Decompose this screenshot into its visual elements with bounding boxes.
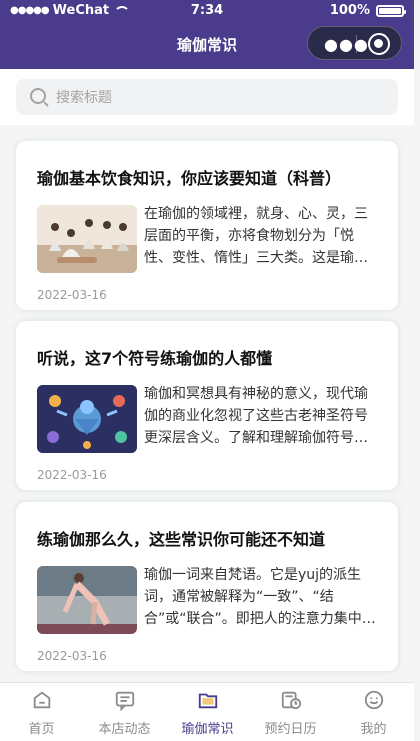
- battery-percent: 100%: [329, 3, 370, 18]
- battery-icon: [376, 4, 406, 17]
- article-date: 2022-03-16: [37, 288, 107, 302]
- article-card[interactable]: 瑜伽基本饮食知识，你应该要知道（科普） 在瑜伽的领域裡，就身、心、灵，三层面的平…: [16, 141, 398, 310]
- capsule-divider: [356, 35, 357, 53]
- message-icon: [115, 691, 135, 711]
- tab-label: 首页: [28, 722, 55, 737]
- app-screen: ●●●●● WeChat 7:34 100% 瑜伽常识 ●●● 瑜伽基本饮食知识…: [0, 0, 420, 741]
- article-date: 2022-03-16: [37, 649, 107, 663]
- search-input[interactable]: [56, 79, 386, 115]
- calendar-clock-icon: [281, 691, 302, 710]
- article-description: 瑜伽一词来自梵语。它是yuj的派生词，通常被解释为“一致”、“结合”或“联合”。…: [144, 567, 376, 627]
- article-thumbnail: [37, 566, 137, 634]
- search-area: [0, 69, 414, 125]
- article-date: 2022-03-16: [37, 468, 107, 482]
- header: ●●●●● WeChat 7:34 100% 瑜伽常识 ●●●: [0, 0, 414, 69]
- article-title: 瑜伽基本饮食知识，你应该要知道（科普）: [37, 169, 342, 188]
- tab-label: 预约日历: [264, 722, 317, 737]
- search-icon: [30, 88, 46, 104]
- article-thumbnail: [37, 205, 137, 273]
- target-icon[interactable]: [368, 33, 390, 55]
- status-bar: ●●●●● WeChat 7:34 100%: [0, 0, 414, 22]
- tab-label: 瑜伽常识: [181, 722, 234, 737]
- folder-icon: [198, 693, 218, 709]
- article-description: 瑜伽和冥想具有神秘的意义，现代瑜伽的商业化忽视了这些古老神圣符号更深层含义。了解…: [144, 386, 368, 446]
- article-title: 听说，这7个符号练瑜伽的人都懂: [37, 349, 273, 368]
- status-right: 100%: [329, 3, 406, 18]
- home-icon: [33, 691, 51, 709]
- article-description: 在瑜伽的领域裡，就身、心、灵，三层面的平衡，亦将食物划分为「悦性、变性、惰性」三…: [144, 206, 368, 266]
- article-card[interactable]: 听说，这7个符号练瑜伽的人都懂 瑜伽和冥想具有神秘的意义，现代瑜伽的商业化忽视了…: [16, 321, 398, 490]
- tab-label: 本店动态: [98, 722, 151, 737]
- article-card[interactable]: 练瑜伽那么久，这些常识你可能还不知道 瑜伽一词来自梵语。它是yuj的派生词，通常…: [16, 502, 398, 671]
- capsule-menu[interactable]: ●●●: [307, 26, 402, 60]
- more-dots-icon[interactable]: ●●●: [324, 35, 369, 54]
- tab-profile[interactable]: 我的: [332, 683, 415, 741]
- tab-home[interactable]: 首页: [0, 683, 83, 741]
- tab-label: 我的: [360, 722, 387, 737]
- article-title: 练瑜伽那么久，这些常识你可能还不知道: [37, 530, 326, 549]
- article-thumbnail: [37, 385, 137, 453]
- bottom-tab-bar: 首页 本店动态 瑜伽常识 预约日历 我的: [0, 682, 414, 741]
- smile-icon: [364, 690, 384, 710]
- tab-yoga-knowledge[interactable]: 瑜伽常识: [166, 683, 249, 741]
- tab-booking-calendar[interactable]: 预约日历: [249, 683, 332, 741]
- tab-store-news[interactable]: 本店动态: [83, 683, 166, 741]
- search-box[interactable]: [16, 79, 398, 115]
- article-list: 瑜伽基本饮食知识，你应该要知道（科普） 在瑜伽的领域裡，就身、心、灵，三层面的平…: [0, 125, 414, 682]
